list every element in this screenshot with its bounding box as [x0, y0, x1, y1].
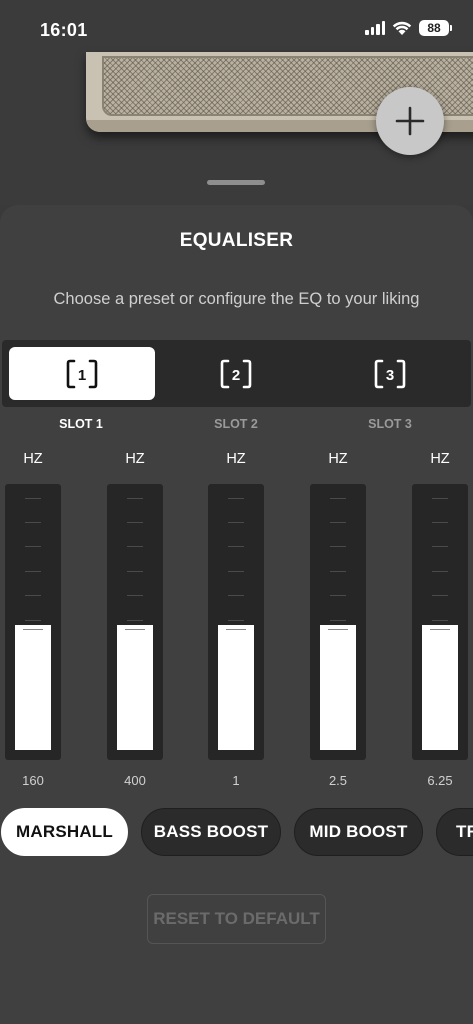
band-3-fill[interactable] [218, 625, 254, 750]
slider-tick [228, 498, 244, 499]
slider-tick [228, 546, 244, 547]
status-icons: 88 [365, 20, 452, 36]
slider-tick [330, 546, 346, 547]
band-5-slider[interactable] [412, 484, 468, 760]
band-5-frequency: 6.25 [427, 773, 453, 788]
slot-2-button[interactable]: 2 [163, 347, 309, 400]
slider-tick [228, 620, 244, 621]
band-3-slider[interactable] [208, 484, 264, 760]
band-5-unit: HZ [430, 451, 450, 467]
slider-tick [330, 595, 346, 596]
slider-tick [25, 546, 41, 547]
equaliser-sheet: EQUALISER Choose a preset or configure t… [0, 205, 473, 1024]
slider-tick [432, 571, 448, 572]
preset-bass-boost-button[interactable]: BASS BOOST [141, 808, 281, 856]
slider-tick [228, 595, 244, 596]
slot-3-button[interactable]: 3 [317, 347, 463, 400]
slider-tick [127, 498, 143, 499]
band-1-unit: HZ [23, 451, 43, 467]
slider-tick [432, 620, 448, 621]
slider-tick [432, 522, 448, 523]
band-4-frequency: 2.5 [328, 773, 348, 788]
top-area: 16:01 88 [0, 0, 473, 205]
page-title: EQUALISER [179, 230, 294, 251]
slot-3-label: SLOT 3 [368, 417, 412, 431]
slider-tick [432, 546, 448, 547]
slot-1-button[interactable]: 1 [9, 347, 155, 400]
band-2-frequency: 400 [124, 773, 146, 788]
sheet-drag-handle[interactable] [207, 180, 265, 185]
slot-1-label: SLOT 1 [59, 417, 103, 431]
slider-tick [127, 522, 143, 523]
slider-tick [330, 620, 346, 621]
slot-3-icon: 3 [374, 359, 406, 388]
signal-icon [365, 21, 385, 35]
status-time: 16:01 [40, 20, 88, 40]
preset-marshall-button[interactable]: MARSHALL [1, 808, 128, 856]
slider-tick [330, 498, 346, 499]
status-bar: 16:01 88 [0, 0, 473, 60]
slider-tick [330, 522, 346, 523]
slot-2-label: SLOT 2 [214, 417, 258, 431]
slider-tick [127, 571, 143, 572]
band-3-frequency: 1 [232, 773, 240, 788]
band-4-fill[interactable] [320, 625, 356, 750]
plus-icon [395, 106, 425, 136]
slider-tick [228, 571, 244, 572]
wifi-icon [392, 21, 412, 35]
band-2-fill[interactable] [117, 625, 153, 750]
band-2-slider[interactable] [107, 484, 163, 760]
slot-selector: 1 2 3 [2, 340, 471, 407]
slider-tick [127, 595, 143, 596]
slot-2-number: 2 [232, 367, 240, 384]
slider-tick [127, 620, 143, 621]
slider-tick [25, 595, 41, 596]
band-2-unit: HZ [125, 451, 145, 467]
band-4-slider[interactable] [310, 484, 366, 760]
slider-tick [228, 522, 244, 523]
band-3-unit: HZ [226, 451, 246, 467]
battery-icon: 88 [419, 20, 452, 36]
band-1-fill[interactable] [15, 625, 51, 750]
preset-treble-button[interactable]: TR [436, 808, 473, 856]
slider-tick [432, 498, 448, 499]
reset-to-default-button[interactable]: RESET TO DEFAULT [147, 894, 326, 944]
page-subtitle: Choose a preset or configure the EQ to y… [53, 290, 420, 308]
slider-tick [330, 571, 346, 572]
slider-tick [25, 498, 41, 499]
battery-level: 88 [427, 21, 441, 35]
band-1-frequency: 160 [22, 773, 44, 788]
slider-tick [25, 620, 41, 621]
preset-mid-boost-button[interactable]: MID BOOST [294, 808, 423, 856]
band-4-unit: HZ [328, 451, 348, 467]
add-button[interactable] [376, 87, 444, 155]
band-1-slider[interactable] [5, 484, 61, 760]
slot-1-number: 1 [78, 367, 86, 384]
slider-tick [432, 595, 448, 596]
slider-tick [25, 571, 41, 572]
band-5-fill[interactable] [422, 625, 458, 750]
slot-2-icon: 2 [220, 359, 252, 388]
slot-3-number: 3 [386, 367, 394, 384]
slider-tick [25, 522, 41, 523]
slider-tick [127, 546, 143, 547]
slot-1-icon: 1 [66, 359, 98, 388]
